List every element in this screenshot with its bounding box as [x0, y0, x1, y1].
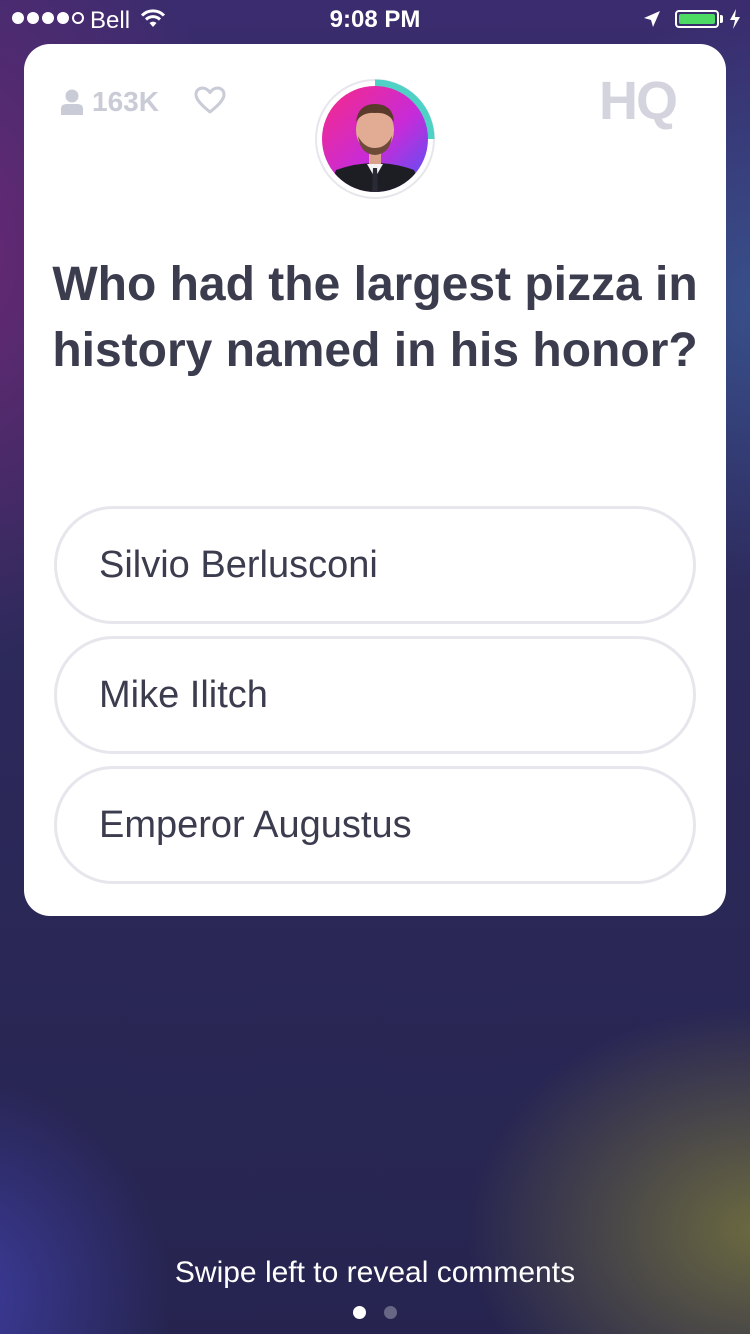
- heart-icon[interactable]: [194, 86, 226, 114]
- viewer-count: 163K: [60, 86, 159, 118]
- question-card: 163K HQ Who had the largest pizza in his…: [24, 44, 726, 916]
- answer-option-1[interactable]: Silvio Berlusconi: [54, 506, 696, 624]
- location-arrow-icon: [644, 11, 660, 27]
- page-dot-2[interactable]: [384, 1306, 397, 1319]
- answer-option-2[interactable]: Mike Ilitch: [54, 636, 696, 754]
- battery-icon: [675, 10, 719, 28]
- charging-bolt-icon: [730, 9, 740, 29]
- answer-label: Mike Ilitch: [99, 673, 268, 716]
- answer-label: Emperor Augustus: [99, 803, 412, 846]
- answer-option-3[interactable]: Emperor Augustus: [54, 766, 696, 884]
- page-dot-1[interactable]: [353, 1306, 366, 1319]
- host-avatar: [315, 79, 435, 199]
- person-icon: [61, 89, 83, 115]
- answer-label: Silvio Berlusconi: [99, 543, 378, 586]
- battery-tip: [720, 15, 723, 23]
- viewer-count-label: 163K: [92, 86, 159, 117]
- question-text: Who had the largest pizza in history nam…: [52, 258, 698, 377]
- battery-fill: [679, 14, 715, 24]
- clock: 9:08 PM: [329, 6, 421, 33]
- swipe-hint: Swipe left to reveal comments: [174, 1256, 576, 1289]
- page-indicator[interactable]: [0, 1306, 750, 1319]
- status-bar: Bell 9:08 PM: [0, 0, 750, 40]
- hq-logo: HQ: [599, 71, 678, 131]
